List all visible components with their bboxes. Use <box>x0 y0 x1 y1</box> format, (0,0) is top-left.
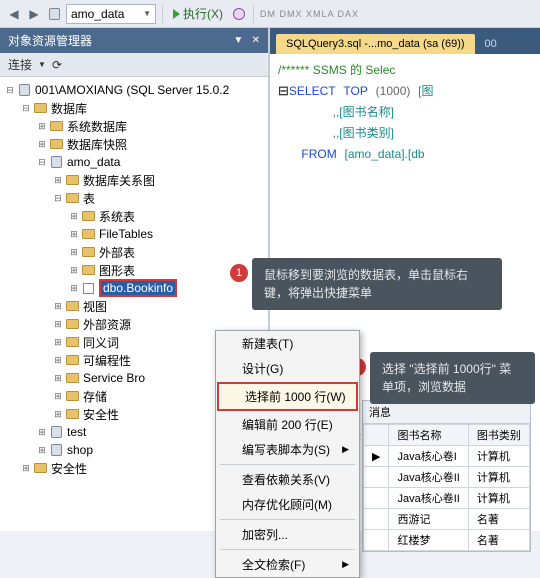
lang-labels: DM DMX XMLA DAX <box>260 9 359 19</box>
ctx-design[interactable]: 设计(G) <box>216 356 359 381</box>
ctx-deps[interactable]: 查看依赖关系(V) <box>216 467 359 492</box>
table-row: ▶Java核心卷I计算机 <box>364 446 530 467</box>
results-grid: 消息 图书名称图书类别 ▶Java核心卷I计算机 Java核心卷II计算机 Ja… <box>362 400 531 552</box>
tab-query[interactable]: SQLQuery3.sql -...mo_data (sa (69)) <box>276 34 475 54</box>
tab-other[interactable]: 00 <box>479 34 503 54</box>
table-row: 红楼梦名著 <box>364 530 530 551</box>
table-row: Java核心卷II计算机 <box>364 467 530 488</box>
play-icon <box>173 9 180 19</box>
ctx-script[interactable]: 编写表脚本为(S)▶ <box>216 437 359 462</box>
database-combo[interactable]: amo_data▼ <box>66 4 156 24</box>
ctx-new-table[interactable]: 新建表(T) <box>216 331 359 356</box>
grid-header: 消息 <box>363 401 530 424</box>
badge-1-icon: 1 <box>230 264 248 282</box>
execute-button[interactable]: 执行(X) <box>169 5 227 22</box>
nav-fwd-icon[interactable]: ▶ <box>26 6 42 22</box>
ctx-encrypt[interactable]: 加密列... <box>216 522 359 547</box>
table-row: Java核心卷II计算机 <box>364 488 530 509</box>
debug-icon[interactable] <box>231 6 247 22</box>
callout-2: 2 选择 "选择前 1000行" 菜单项，浏览数据 <box>370 352 535 404</box>
callout-1: 1 鼠标移到要浏览的数据表，单击鼠标右键，将弹出快捷菜单 <box>252 258 502 310</box>
connect-button[interactable]: 连接 <box>8 56 32 73</box>
nav-back-icon[interactable]: ◀ <box>6 6 22 22</box>
table-row: 西游记名著 <box>364 509 530 530</box>
context-menu: 新建表(T) 设计(G) 选择前 1000 行(W) 编辑前 200 行(E) … <box>215 330 360 578</box>
main-toolbar: ◀ ▶ amo_data▼ 执行(X) DM DMX XMLA DAX <box>0 0 540 28</box>
ctx-fts[interactable]: 全文检索(F)▶ <box>216 552 359 577</box>
ctx-mem[interactable]: 内存优化顾问(M) <box>216 492 359 517</box>
db-select-icon[interactable] <box>46 6 62 22</box>
panel-header: 对象资源管理器 ▼ ✕ <box>0 28 268 53</box>
refresh-icon[interactable]: ⟳ <box>52 58 62 72</box>
tree-node-bookinfo[interactable]: ⊞dbo.Bookinfo <box>0 279 268 297</box>
sql-code[interactable]: /****** SSMS 的 Selec ⊟SELECT TOP (1000) … <box>270 54 540 171</box>
ctx-edit-200[interactable]: 编辑前 200 行(E) <box>216 412 359 437</box>
ctx-select-1000[interactable]: 选择前 1000 行(W) <box>217 382 358 411</box>
panel-menu-icon[interactable]: ▼ ✕ <box>233 35 260 46</box>
